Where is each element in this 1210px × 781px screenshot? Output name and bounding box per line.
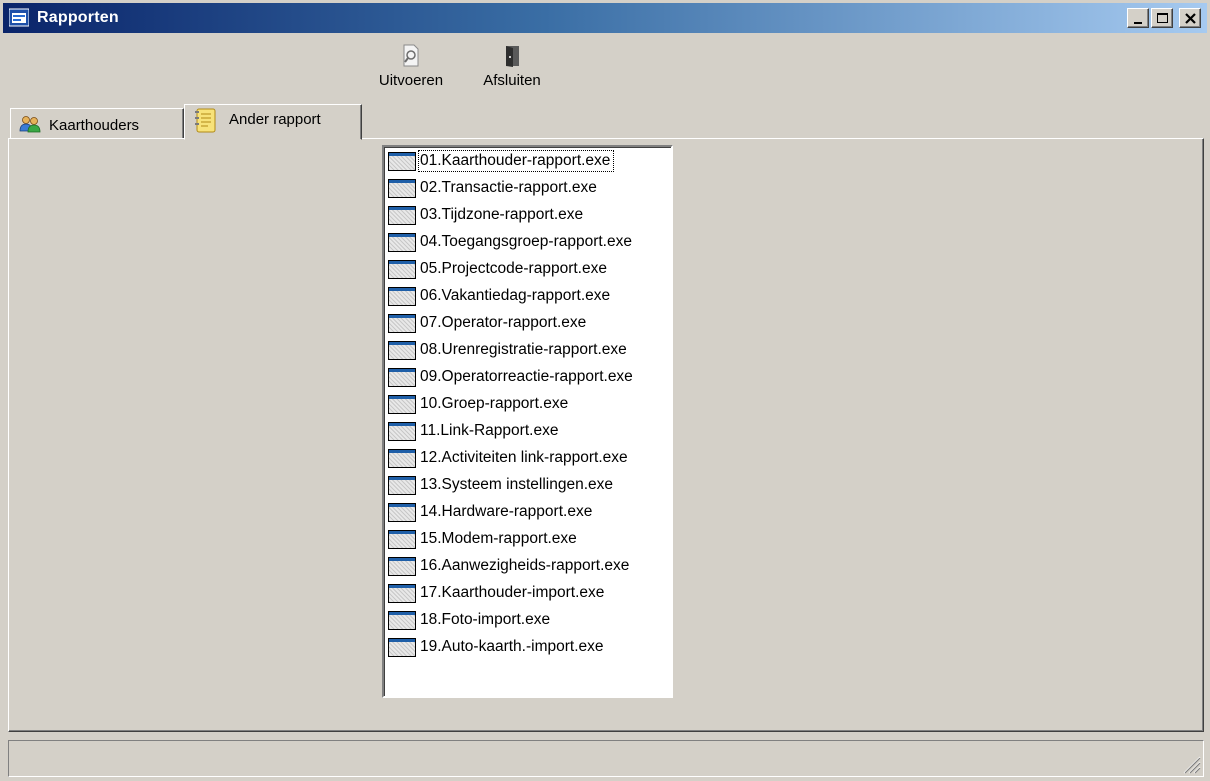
executable-window-icon xyxy=(388,638,416,657)
list-item[interactable]: 04.Toegangsgroep-rapport.exe xyxy=(388,230,671,254)
list-item-label: 10.Groep-rapport.exe xyxy=(420,395,569,412)
exit-label: Afsluiten xyxy=(483,72,541,89)
executable-window-icon xyxy=(388,179,416,198)
list-item[interactable]: 05.Projectcode-rapport.exe xyxy=(388,257,671,281)
list-item[interactable]: 07.Operator-rapport.exe xyxy=(388,311,671,335)
list-item-label: 18.Foto-import.exe xyxy=(420,611,551,628)
resize-grip-icon[interactable] xyxy=(1179,752,1201,774)
executable-window-icon xyxy=(388,530,416,549)
list-item-label: 02.Transactie-rapport.exe xyxy=(420,179,597,196)
executable-window-icon xyxy=(388,557,416,576)
close-button[interactable] xyxy=(1179,8,1201,28)
list-item-label: 12.Activiteiten link-rapport.exe xyxy=(420,449,628,466)
tab-ander-rapport[interactable]: Ander rapport xyxy=(184,104,362,140)
list-item[interactable]: 02.Transactie-rapport.exe xyxy=(388,176,671,200)
close-icon xyxy=(1185,13,1196,24)
executable-window-icon xyxy=(388,503,416,522)
executable-window-icon xyxy=(388,449,416,468)
executable-window-icon xyxy=(388,368,416,387)
executable-window-icon xyxy=(388,584,416,603)
status-bar xyxy=(8,740,1204,777)
executable-window-icon xyxy=(388,611,416,630)
list-item-label: 06.Vakantiedag-rapport.exe xyxy=(420,287,611,304)
minimize-icon xyxy=(1134,22,1142,24)
list-item[interactable]: 14.Hardware-rapport.exe xyxy=(388,500,671,524)
door-exit-icon xyxy=(501,44,523,68)
executable-window-icon xyxy=(388,341,416,360)
list-item-label: 05.Projectcode-rapport.exe xyxy=(420,260,607,277)
list-item-label: 07.Operator-rapport.exe xyxy=(420,314,587,331)
list-item[interactable]: 01.Kaarthouder-rapport.exe xyxy=(388,149,671,173)
list-item[interactable]: 03.Tijdzone-rapport.exe xyxy=(388,203,671,227)
rapporten-window: Rapporten Uitvoeren Afsluiten Kaarthoude… xyxy=(0,0,1210,781)
maximize-icon xyxy=(1157,13,1168,23)
executable-window-icon xyxy=(388,152,416,171)
list-item[interactable]: 08.Urenregistratie-rapport.exe xyxy=(388,338,671,362)
executable-window-icon xyxy=(388,260,416,279)
list-item-label: 19.Auto-kaarth.-import.exe xyxy=(420,638,604,655)
window-title: Rapporten xyxy=(37,9,119,26)
list-item[interactable]: 16.Aanwezigheids-rapport.exe xyxy=(388,554,671,578)
list-item[interactable]: 13.Systeem instellingen.exe xyxy=(388,473,671,497)
list-item-label: 01.Kaarthouder-rapport.exe xyxy=(417,150,615,172)
executable-window-icon xyxy=(388,395,416,414)
users-icon xyxy=(19,114,41,136)
list-item[interactable]: 19.Auto-kaarth.-import.exe xyxy=(388,635,671,659)
list-item[interactable]: 18.Foto-import.exe xyxy=(388,608,671,632)
run-button[interactable]: Uitvoeren xyxy=(368,44,454,89)
list-item-label: 11.Link-Rapport.exe xyxy=(420,422,559,439)
tab-ander-rapport-label: Ander rapport xyxy=(229,111,321,128)
list-item[interactable]: 12.Activiteiten link-rapport.exe xyxy=(388,446,671,470)
list-item[interactable]: 17.Kaarthouder-import.exe xyxy=(388,581,671,605)
report-listbox[interactable]: 01.Kaarthouder-rapport.exe 02.Transactie-… xyxy=(382,145,673,698)
executable-window-icon xyxy=(388,476,416,495)
app-icon xyxy=(8,8,30,28)
list-item[interactable]: 15.Modem-rapport.exe xyxy=(388,527,671,551)
list-item-label: 03.Tijdzone-rapport.exe xyxy=(420,206,584,223)
exit-button[interactable]: Afsluiten xyxy=(472,44,552,89)
list-item-label: 04.Toegangsgroep-rapport.exe xyxy=(420,233,632,250)
list-item[interactable]: 11.Link-Rapport.exe xyxy=(388,419,671,443)
list-item-label: 16.Aanwezigheids-rapport.exe xyxy=(420,557,630,574)
notebook-icon xyxy=(195,108,217,133)
list-item[interactable]: 06.Vakantiedag-rapport.exe xyxy=(388,284,671,308)
list-item-label: 13.Systeem instellingen.exe xyxy=(420,476,614,493)
run-label: Uitvoeren xyxy=(378,72,444,89)
executable-window-icon xyxy=(388,233,416,252)
list-item[interactable]: 10.Groep-rapport.exe xyxy=(388,392,671,416)
list-item-label: 17.Kaarthouder-import.exe xyxy=(420,584,605,601)
list-item-label: 15.Modem-rapport.exe xyxy=(420,530,577,547)
magnify-page-icon xyxy=(400,44,422,68)
executable-window-icon xyxy=(388,314,416,333)
executable-window-icon xyxy=(388,422,416,441)
list-item-label: 14.Hardware-rapport.exe xyxy=(420,503,593,520)
list-item-label: 09.Operatorreactie-rapport.exe xyxy=(420,368,633,385)
executable-window-icon xyxy=(388,206,416,225)
title-bar[interactable]: Rapporten xyxy=(3,3,1207,33)
list-item[interactable]: 09.Operatorreactie-rapport.exe xyxy=(388,365,671,389)
tab-kaarthouders-label: Kaarthouders xyxy=(49,117,140,134)
list-item-label: 08.Urenregistratie-rapport.exe xyxy=(420,341,627,358)
maximize-button[interactable] xyxy=(1151,8,1173,28)
minimize-button[interactable] xyxy=(1127,8,1149,28)
executable-window-icon xyxy=(388,287,416,306)
tab-kaarthouders[interactable]: Kaarthouders xyxy=(10,108,184,140)
